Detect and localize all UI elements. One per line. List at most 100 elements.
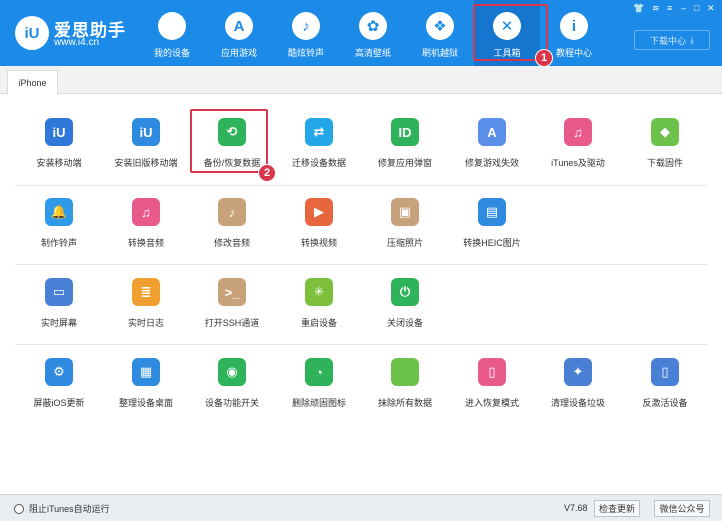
maximize-button[interactable]: □: [694, 3, 699, 13]
dropbox-icon: ❖: [426, 12, 454, 40]
itunes-icon: ♫: [564, 118, 592, 146]
tool-item[interactable]: ✳ 重启设备: [276, 278, 362, 338]
tool-label: 下载固件: [646, 158, 683, 168]
backup-highlight: [190, 109, 268, 173]
toolbox-panel: iU 安装移动端 iU 安装旧版移动端 ⟲ 备份/恢复数据 ⇄ 迁移设备数据 ID 修复应用弹窗 A…: [0, 94, 722, 494]
tool-item[interactable]: iU 安装移动端: [16, 118, 102, 178]
tool-item[interactable]: ID 修复应用弹窗: [362, 118, 448, 178]
apple-id-icon: ID: [391, 118, 419, 146]
download-center-button[interactable]: 下载中心 ⤓: [634, 30, 710, 50]
tool-label: 清理设备垃圾: [550, 398, 605, 408]
nav-label: 应用游戏: [220, 48, 257, 58]
tool-item[interactable]: ▦ 整理设备桌面: [103, 358, 189, 418]
phone-icon: ▯: [478, 358, 506, 386]
tool-item[interactable]: ▶ 转换视频: [276, 198, 362, 258]
tool-item[interactable]: ♫ iTunes及驱动: [535, 118, 621, 178]
phone-deactivate-icon: ▯: [651, 358, 679, 386]
nav-item-jailbreak[interactable]: ❖ 刷机越狱: [407, 0, 473, 66]
iu-icon: iU: [45, 118, 73, 146]
step-marker-1: 1: [535, 49, 553, 67]
transfer-icon: ⇄: [305, 118, 333, 146]
tool-label: 实时屏幕: [40, 318, 77, 328]
cube-icon: ◆: [651, 118, 679, 146]
play-icon: ▶: [305, 198, 333, 226]
tool-item[interactable]: iU 安装旧版移动端: [103, 118, 189, 178]
tool-item[interactable]: ⇄ 迁移设备数据: [276, 118, 362, 178]
tool-item[interactable]: ♪ 修改音频: [189, 198, 275, 258]
tool-label: 修复应用弹窗: [377, 158, 432, 168]
tool-label: 整理设备桌面: [118, 398, 173, 408]
tool-item[interactable]: 🔔 制作铃声: [16, 198, 102, 258]
flower-icon: ✿: [359, 12, 387, 40]
tool-item[interactable]: >_ 打开SSH通道: [189, 278, 275, 338]
wechat-button[interactable]: 微信公众号: [654, 500, 710, 517]
nav-item-ringtones[interactable]: ♪ 酷炫铃声: [273, 0, 339, 66]
device-tab-bar: iPhone: [0, 66, 722, 95]
tool-label: 修改音频: [213, 238, 250, 248]
tool-item[interactable]: ◔ 删除顽固图标: [276, 358, 362, 418]
nav-item-my-device[interactable]: 我的设备: [139, 0, 205, 66]
apple-erase-icon: [391, 358, 419, 386]
tool-label: 删除顽固图标: [291, 398, 346, 408]
tool-label: 实时日志: [127, 318, 164, 328]
tool-label: 转换视频: [300, 238, 337, 248]
tool-label: 转换音频: [127, 238, 164, 248]
radio-icon[interactable]: [14, 503, 24, 514]
music-icon: ♫: [132, 198, 160, 226]
monitor-icon: ▭: [45, 278, 73, 306]
minimize-button[interactable]: –: [681, 3, 686, 13]
tool-label: 关闭设备: [386, 318, 423, 328]
nav-label: 高清壁纸: [354, 48, 391, 58]
step-marker-2: 2: [258, 164, 276, 182]
nav-item-wallpapers[interactable]: ✿ 高清壁纸: [340, 0, 406, 66]
broom-icon: ✦: [564, 358, 592, 386]
tool-item[interactable]: ⚙ 屏蔽iOS更新: [16, 358, 102, 418]
nav-label: 酷炫铃声: [287, 48, 324, 58]
tool-item[interactable]: ✦ 清理设备垃圾: [535, 358, 621, 418]
iu-icon: iU: [132, 118, 160, 146]
toggle-icon: ◉: [218, 358, 246, 386]
row-divider: [15, 264, 707, 265]
tool-item[interactable]: ♫ 转换音频: [103, 198, 189, 258]
wifi-icon[interactable]: ≋: [652, 3, 660, 14]
apple-icon: [158, 12, 186, 40]
close-button[interactable]: ✕: [707, 3, 715, 14]
skin-icon[interactable]: 👕: [633, 3, 644, 14]
itunes-block-label: 阻止iTunes自动运行: [29, 504, 110, 514]
menu-icon[interactable]: ≡: [667, 3, 672, 13]
tool-item[interactable]: ⏻ 关闭设备: [362, 278, 448, 338]
document-icon: ≣: [132, 278, 160, 306]
download-icon: ⤓: [690, 34, 694, 45]
tool-item[interactable]: ◆ 下载固件: [622, 118, 708, 178]
check-update-button[interactable]: 检查更新: [594, 500, 640, 517]
tool-label: 压缩照片: [386, 238, 423, 248]
tool-item[interactable]: ▯ 进入恢复模式: [449, 358, 535, 418]
tool-label: 制作铃声: [40, 238, 77, 248]
tool-item[interactable]: ▣ 压缩照片: [362, 198, 448, 258]
bell-icon: ♪: [292, 12, 320, 40]
tool-label: 安装移动端: [36, 158, 82, 168]
tool-item[interactable]: ▤ 转换HEIC图片: [449, 198, 535, 258]
version-label: V7.68: [564, 503, 588, 513]
row-divider: [15, 185, 707, 186]
title-bar: iU 爱思助手 www.i4.cn 我的设备 A 应用游戏 ♪ 酷炫铃声 ✿ 高清壁纸 ❖ 刷机…: [0, 0, 722, 66]
tool-label: 进入恢复模式: [464, 398, 519, 408]
nav-label: 我的设备: [153, 48, 190, 58]
tool-item[interactable]: ▭ 实时屏幕: [16, 278, 102, 338]
tool-label: 抹除所有数据: [377, 398, 432, 408]
tool-item[interactable]: 抹除所有数据: [362, 358, 448, 418]
tool-item[interactable]: ◉ 设备功能开关: [189, 358, 275, 418]
tool-item[interactable]: ≣ 实时日志: [103, 278, 189, 338]
power-icon: ⏻: [391, 278, 419, 306]
tool-label: 修复游戏失效: [464, 158, 519, 168]
tab-iphone[interactable]: iPhone: [7, 70, 58, 95]
itunes-block-toggle[interactable]: 阻止iTunes自动运行: [14, 502, 110, 515]
nav-item-apps[interactable]: A 应用游戏: [206, 0, 272, 66]
tool-label: 设备功能开关: [204, 398, 259, 408]
photo-icon: ▣: [391, 198, 419, 226]
restart-icon: ✳: [305, 278, 333, 306]
tool-label: iTunes及驱动: [551, 158, 605, 168]
tool-item[interactable]: ▯ 反激活设备: [622, 358, 708, 418]
tool-item[interactable]: A 修复游戏失效: [449, 118, 535, 178]
status-bar: 阻止iTunes自动运行 V7.68 检查更新 微信公众号: [0, 494, 722, 521]
